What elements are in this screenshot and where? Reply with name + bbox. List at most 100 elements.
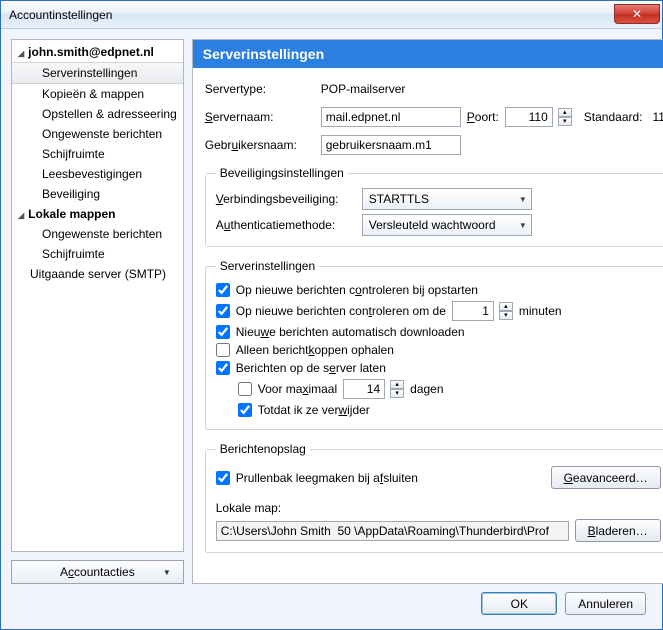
for-max-pre: Voor maximaal (258, 382, 337, 396)
tree-item-server-settings[interactable]: Serverinstellingen (12, 62, 183, 84)
leave-server-label: Berichten op de server laten (236, 361, 386, 375)
close-button[interactable]: ✕ (614, 4, 660, 24)
check-every-pre: Op nieuwe berichten controleren om de (236, 304, 446, 318)
server-settings-legend: Serverinstellingen (216, 259, 319, 273)
tree-item-copies-folders[interactable]: Kopieën & mappen (12, 84, 183, 104)
chevron-down-icon: ▼ (519, 221, 527, 230)
settings-window: Accountinstellingen ✕ john.smith@edpnet.… (0, 0, 663, 630)
advanced-button[interactable]: Geavanceerd… (551, 466, 661, 489)
leave-server-checkbox[interactable] (216, 361, 230, 375)
row-server-type: Servertype: POP-mailserver (205, 78, 663, 100)
spin-down-icon[interactable]: ▾ (499, 311, 513, 320)
port-spinner[interactable]: ▴▾ (558, 108, 572, 126)
for-max-input[interactable] (343, 379, 385, 399)
body: john.smith@edpnet.nl Serverinstellingen … (1, 29, 662, 629)
auth-method-combo[interactable]: Versleuteld wachtwoord ▼ (362, 214, 532, 236)
empty-trash-checkbox[interactable] (216, 471, 230, 485)
port-label: Poort: (467, 110, 499, 124)
tree-item-compose-addressing[interactable]: Opstellen & adresseering (12, 104, 183, 124)
account-actions-label: Accountacties (60, 565, 135, 579)
spin-up-icon[interactable]: ▴ (499, 302, 513, 311)
auto-download-label: Nieuwe berichten automatisch downloaden (236, 325, 465, 339)
connection-security-combo[interactable]: STARTTLS ▼ (362, 188, 532, 210)
tree-item-local-junk[interactable]: Ongewenste berichten (12, 224, 183, 244)
headers-only-checkbox[interactable] (216, 343, 230, 357)
row-headers-only: Alleen berichtkoppen ophalen (216, 341, 661, 359)
tree-item-disk-space[interactable]: Schijfruimte (12, 144, 183, 164)
tree-item-return-receipts[interactable]: Leesbevestigingen (12, 164, 183, 184)
tree-account-root[interactable]: john.smith@edpnet.nl (12, 42, 183, 62)
username-input[interactable] (321, 135, 461, 155)
spin-up-icon[interactable]: ▴ (558, 108, 572, 117)
row-connection-security: Verbindingsbeveiliging: STARTTLS ▼ (216, 188, 661, 210)
connection-security-label: Verbindingsbeveiliging: (216, 192, 356, 206)
check-every-post: minuten (519, 304, 562, 318)
row-until-delete: Totdat ik ze verwijder (216, 401, 661, 419)
server-name-label: Servernaam: (205, 110, 315, 124)
spin-down-icon[interactable]: ▾ (390, 389, 404, 398)
local-dir-input[interactable] (216, 521, 569, 541)
security-legend: Beveiligingsinstellingen (216, 166, 348, 180)
for-max-spinner[interactable]: ▴▾ (390, 380, 404, 398)
row-for-max: Voor maximaal ▴▾ dagen (216, 377, 661, 401)
row-server-name: Servernaam: Poort: ▴▾ Standaard: 110 (205, 106, 663, 128)
tree-item-outgoing-smtp[interactable]: Uitgaande server (SMTP) (12, 264, 183, 284)
tree-item-junk[interactable]: Ongewenste berichten (12, 124, 183, 144)
port-input[interactable] (505, 107, 553, 127)
headers-only-label: Alleen berichtkoppen ophalen (236, 343, 394, 357)
tree-item-local-disk[interactable]: Schijfruimte (12, 244, 183, 264)
row-empty-trash: Prullenbak leegmaken bij afsluiten Geava… (216, 464, 661, 491)
sidebar: john.smith@edpnet.nl Serverinstellingen … (11, 39, 184, 584)
window-title: Accountinstellingen (9, 8, 614, 22)
browse-button[interactable]: Bladeren… (575, 519, 661, 542)
server-name-input[interactable] (321, 107, 461, 127)
auto-download-checkbox[interactable] (216, 325, 230, 339)
for-max-checkbox[interactable] (238, 382, 252, 396)
server-settings-fieldset: Serverinstellingen Op nieuwe berichten c… (205, 259, 663, 430)
chevron-down-icon: ▼ (519, 195, 527, 204)
until-delete-label: Totdat ik ze verwijder (258, 403, 370, 417)
server-type-value: POP-mailserver (321, 82, 406, 96)
empty-trash-label: Prullenbak leegmaken bij afsluiten (236, 471, 418, 485)
row-local-dir-label: Lokale map: (216, 497, 661, 519)
check-startup-label: Op nieuwe berichten controleren bij opst… (236, 283, 478, 297)
content-body: Servertype: POP-mailserver Servernaam: P… (193, 68, 663, 565)
until-delete-checkbox[interactable] (238, 403, 252, 417)
content-header: Serverinstellingen (193, 40, 663, 68)
default-port-label: Standaard: (584, 110, 643, 124)
row-local-dir: Bladeren… (216, 519, 661, 542)
security-fieldset: Beveiligingsinstellingen Verbindingsbeve… (205, 166, 663, 247)
content-panel: Serverinstellingen Servertype: POP-mails… (192, 39, 663, 584)
tree-local-root[interactable]: Lokale mappen (12, 204, 183, 224)
main: john.smith@edpnet.nl Serverinstellingen … (11, 39, 652, 584)
row-auto-download: Nieuwe berichten automatisch downloaden (216, 323, 661, 341)
auth-method-label: Authenticatiemethode: (216, 218, 356, 232)
account-actions-button[interactable]: Accountacties ▼ (11, 560, 184, 584)
titlebar: Accountinstellingen ✕ (1, 1, 662, 29)
check-every-spinner[interactable]: ▴▾ (499, 302, 513, 320)
server-type-label: Servertype: (205, 82, 315, 96)
storage-legend: Berichtenopslag (216, 442, 310, 456)
dialog-footer: OK Annuleren (11, 592, 652, 619)
username-label: Gebruikersnaam: (205, 138, 315, 152)
connection-security-value: STARTTLS (369, 192, 429, 206)
cancel-button[interactable]: Annuleren (565, 592, 646, 615)
account-tree[interactable]: john.smith@edpnet.nl Serverinstellingen … (11, 39, 184, 552)
tree-item-security[interactable]: Beveiliging (12, 184, 183, 204)
row-auth-method: Authenticatiemethode: Versleuteld wachtw… (216, 214, 661, 236)
for-max-post: dagen (410, 382, 443, 396)
spin-up-icon[interactable]: ▴ (390, 380, 404, 389)
check-every-checkbox[interactable] (216, 304, 230, 318)
chevron-down-icon: ▼ (163, 568, 171, 577)
default-port-value: 110 (653, 110, 663, 124)
row-leave-server: Berichten op de server laten (216, 359, 661, 377)
row-check-every: Op nieuwe berichten controleren om de ▴▾… (216, 299, 661, 323)
spin-down-icon[interactable]: ▾ (558, 117, 572, 126)
local-dir-label: Lokale map: (216, 501, 281, 515)
row-username: Gebruikersnaam: (205, 134, 663, 156)
auth-method-value: Versleuteld wachtwoord (369, 218, 496, 232)
ok-button[interactable]: OK (481, 592, 557, 615)
check-startup-checkbox[interactable] (216, 283, 230, 297)
row-check-startup: Op nieuwe berichten controleren bij opst… (216, 281, 661, 299)
check-every-input[interactable] (452, 301, 494, 321)
